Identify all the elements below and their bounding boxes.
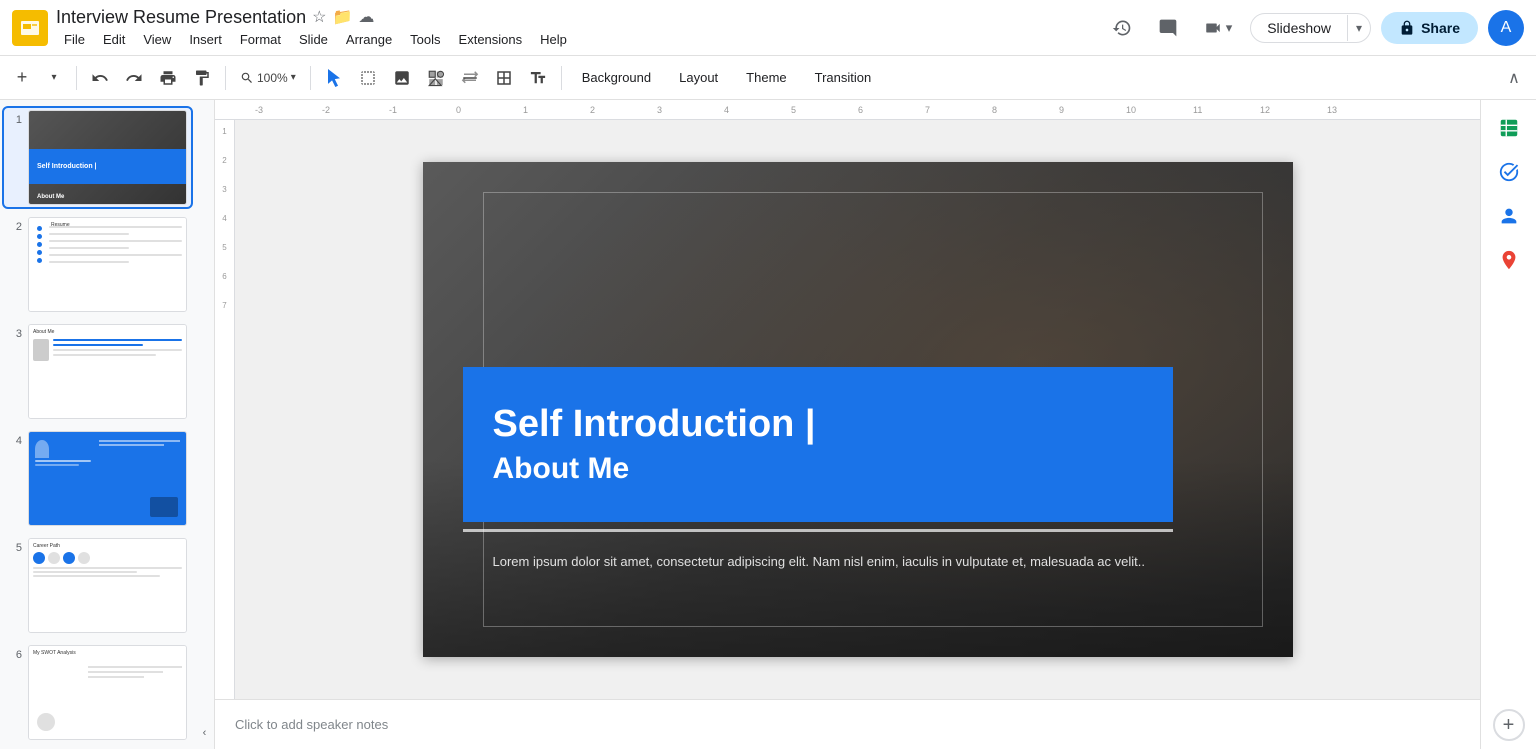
slide-thumb-1[interactable]: 1 Self Introduction | About Me <box>4 108 191 207</box>
tb-sep-4 <box>561 66 562 90</box>
menu-slide[interactable]: Slide <box>291 30 336 49</box>
undo-button[interactable] <box>85 62 115 94</box>
title-bar-right: ▾ Slideshow ▾ Share A <box>1104 10 1524 46</box>
slide-preview-6: My SWOT Analysis <box>28 645 187 740</box>
ruler-vertical: 1 2 3 4 5 6 7 <box>215 120 235 699</box>
tb-sep-3 <box>310 66 311 90</box>
slide-thumb-2[interactable]: 2 Resume <box>4 215 191 314</box>
user-avatar[interactable]: A <box>1488 10 1524 46</box>
background-button[interactable]: Background <box>570 62 663 94</box>
share-button[interactable]: Share <box>1381 12 1478 44</box>
slide-num-3: 3 <box>8 328 22 340</box>
file-name: Interview Resume Presentation <box>56 7 306 28</box>
toolbar: + ▾ 100% ▾ Background Layout Theme Tra <box>0 56 1536 100</box>
tb-sep-2 <box>225 66 226 90</box>
shape-button[interactable] <box>421 62 451 94</box>
add-button[interactable]: + <box>8 62 36 94</box>
text-box-button[interactable] <box>523 62 553 94</box>
slide-thumb-4[interactable]: 4 <box>4 429 191 528</box>
menu-tools[interactable]: Tools <box>402 30 448 49</box>
line-button[interactable] <box>455 62 485 94</box>
slide-panel: 1 Self Introduction | About Me 2 Resume <box>0 100 195 749</box>
collapse-toolbar-button[interactable]: ∧ <box>1500 64 1528 92</box>
print-button[interactable] <box>153 62 183 94</box>
menu-arrange[interactable]: Arrange <box>338 30 400 49</box>
main-area: 1 Self Introduction | About Me 2 Resume <box>0 100 1536 749</box>
slide-canvas: Self Introduction | About Me Lorem ipsum… <box>423 162 1293 657</box>
add-apps-container: + <box>1493 709 1525 741</box>
layout-button[interactable]: Layout <box>667 62 730 94</box>
maps-icon[interactable] <box>1489 240 1529 280</box>
image-button[interactable] <box>387 62 417 94</box>
slide-canvas-wrapper[interactable]: Self Introduction | About Me Lorem ipsum… <box>235 120 1480 699</box>
theme-button[interactable]: Theme <box>734 62 798 94</box>
menu-format[interactable]: Format <box>232 30 289 49</box>
add-dropdown-button[interactable]: ▾ <box>40 62 68 94</box>
contacts-icon[interactable] <box>1489 196 1529 236</box>
folder-icon[interactable]: 📁 <box>332 7 352 27</box>
star-icon[interactable]: ☆ <box>312 7 326 27</box>
right-sidebar: + <box>1480 100 1536 749</box>
slide-divider-line <box>463 529 1173 532</box>
zoom-level: 100% <box>257 71 288 85</box>
canvas-area: -3 -2 -1 0 1 2 3 4 5 6 7 8 9 10 11 12 13 <box>215 100 1480 749</box>
title-bar: Interview Resume Presentation ☆ 📁 ☁ File… <box>0 0 1536 56</box>
slideshow-button[interactable]: Slideshow ▾ <box>1250 13 1371 43</box>
menu-insert[interactable]: Insert <box>181 30 230 49</box>
slide-preview-4 <box>28 431 187 526</box>
slide-thumb-3[interactable]: 3 About Me <box>4 322 191 421</box>
ruler-horizontal: -3 -2 -1 0 1 2 3 4 5 6 7 8 9 10 11 12 13 <box>215 100 1480 120</box>
title-name-row: Interview Resume Presentation ☆ 📁 ☁ <box>56 7 575 28</box>
tasks-icon[interactable] <box>1489 152 1529 192</box>
slideshow-main-button[interactable]: Slideshow <box>1251 14 1347 42</box>
history-button[interactable] <box>1104 10 1140 46</box>
add-apps-button[interactable]: + <box>1493 709 1525 741</box>
slide-thumb-6[interactable]: 6 My SWOT Analysis <box>4 643 191 742</box>
slide-num-2: 2 <box>8 221 22 233</box>
slide-preview-2: Resume <box>28 217 187 312</box>
meet-label: ▾ <box>1226 20 1233 36</box>
menu-extensions[interactable]: Extensions <box>451 30 531 49</box>
slide-preview-1: Self Introduction | About Me <box>28 110 187 205</box>
table-button[interactable] <box>489 62 519 94</box>
title-bar-left: Interview Resume Presentation ☆ 📁 ☁ File… <box>12 7 575 49</box>
share-label: Share <box>1421 20 1460 36</box>
slide-subtitle: About Me <box>493 452 1143 486</box>
cloud-icon[interactable]: ☁ <box>358 7 374 27</box>
zoom-button[interactable]: 100% ▾ <box>234 62 302 94</box>
app-icon[interactable] <box>12 10 48 46</box>
slide-title-box[interactable]: Self Introduction | About Me <box>463 367 1173 522</box>
menu-bar: File Edit View Insert Format Slide Arran… <box>56 30 575 49</box>
slide-num-1: 1 <box>8 114 22 126</box>
slide-num-6: 6 <box>8 649 22 661</box>
speaker-notes-placeholder: Click to add speaker notes <box>235 717 388 732</box>
slideshow-dropdown-button[interactable]: ▾ <box>1347 15 1370 41</box>
slide-preview-3: About Me <box>28 324 187 419</box>
select-button[interactable] <box>353 62 383 94</box>
menu-view[interactable]: View <box>135 30 179 49</box>
slide-preview-5: Career Path <box>28 538 187 633</box>
menu-help[interactable]: Help <box>532 30 575 49</box>
sheets-icon[interactable] <box>1489 108 1529 148</box>
menu-edit[interactable]: Edit <box>95 30 133 49</box>
menu-file[interactable]: File <box>56 30 93 49</box>
slide-num-4: 4 <box>8 435 22 447</box>
slide-num-5: 5 <box>8 542 22 554</box>
slide-main-title: Self Introduction | <box>493 403 1143 446</box>
tb-sep-1 <box>76 66 77 90</box>
paint-format-button[interactable] <box>187 62 217 94</box>
slide-lorem-text: Lorem ipsum dolor sit amet, consectetur … <box>493 552 1163 572</box>
title-file-info: Interview Resume Presentation ☆ 📁 ☁ File… <box>56 7 575 49</box>
transition-button[interactable]: Transition <box>803 62 884 94</box>
redo-button[interactable] <box>119 62 149 94</box>
speaker-notes[interactable]: Click to add speaker notes <box>215 699 1480 749</box>
comment-button[interactable] <box>1150 10 1186 46</box>
cursor-button[interactable] <box>319 62 349 94</box>
slide-thumb-5[interactable]: 5 Career Path <box>4 536 191 635</box>
panel-collapse-arrow[interactable]: ‹ <box>195 100 214 749</box>
meet-button[interactable]: ▾ <box>1196 10 1241 46</box>
